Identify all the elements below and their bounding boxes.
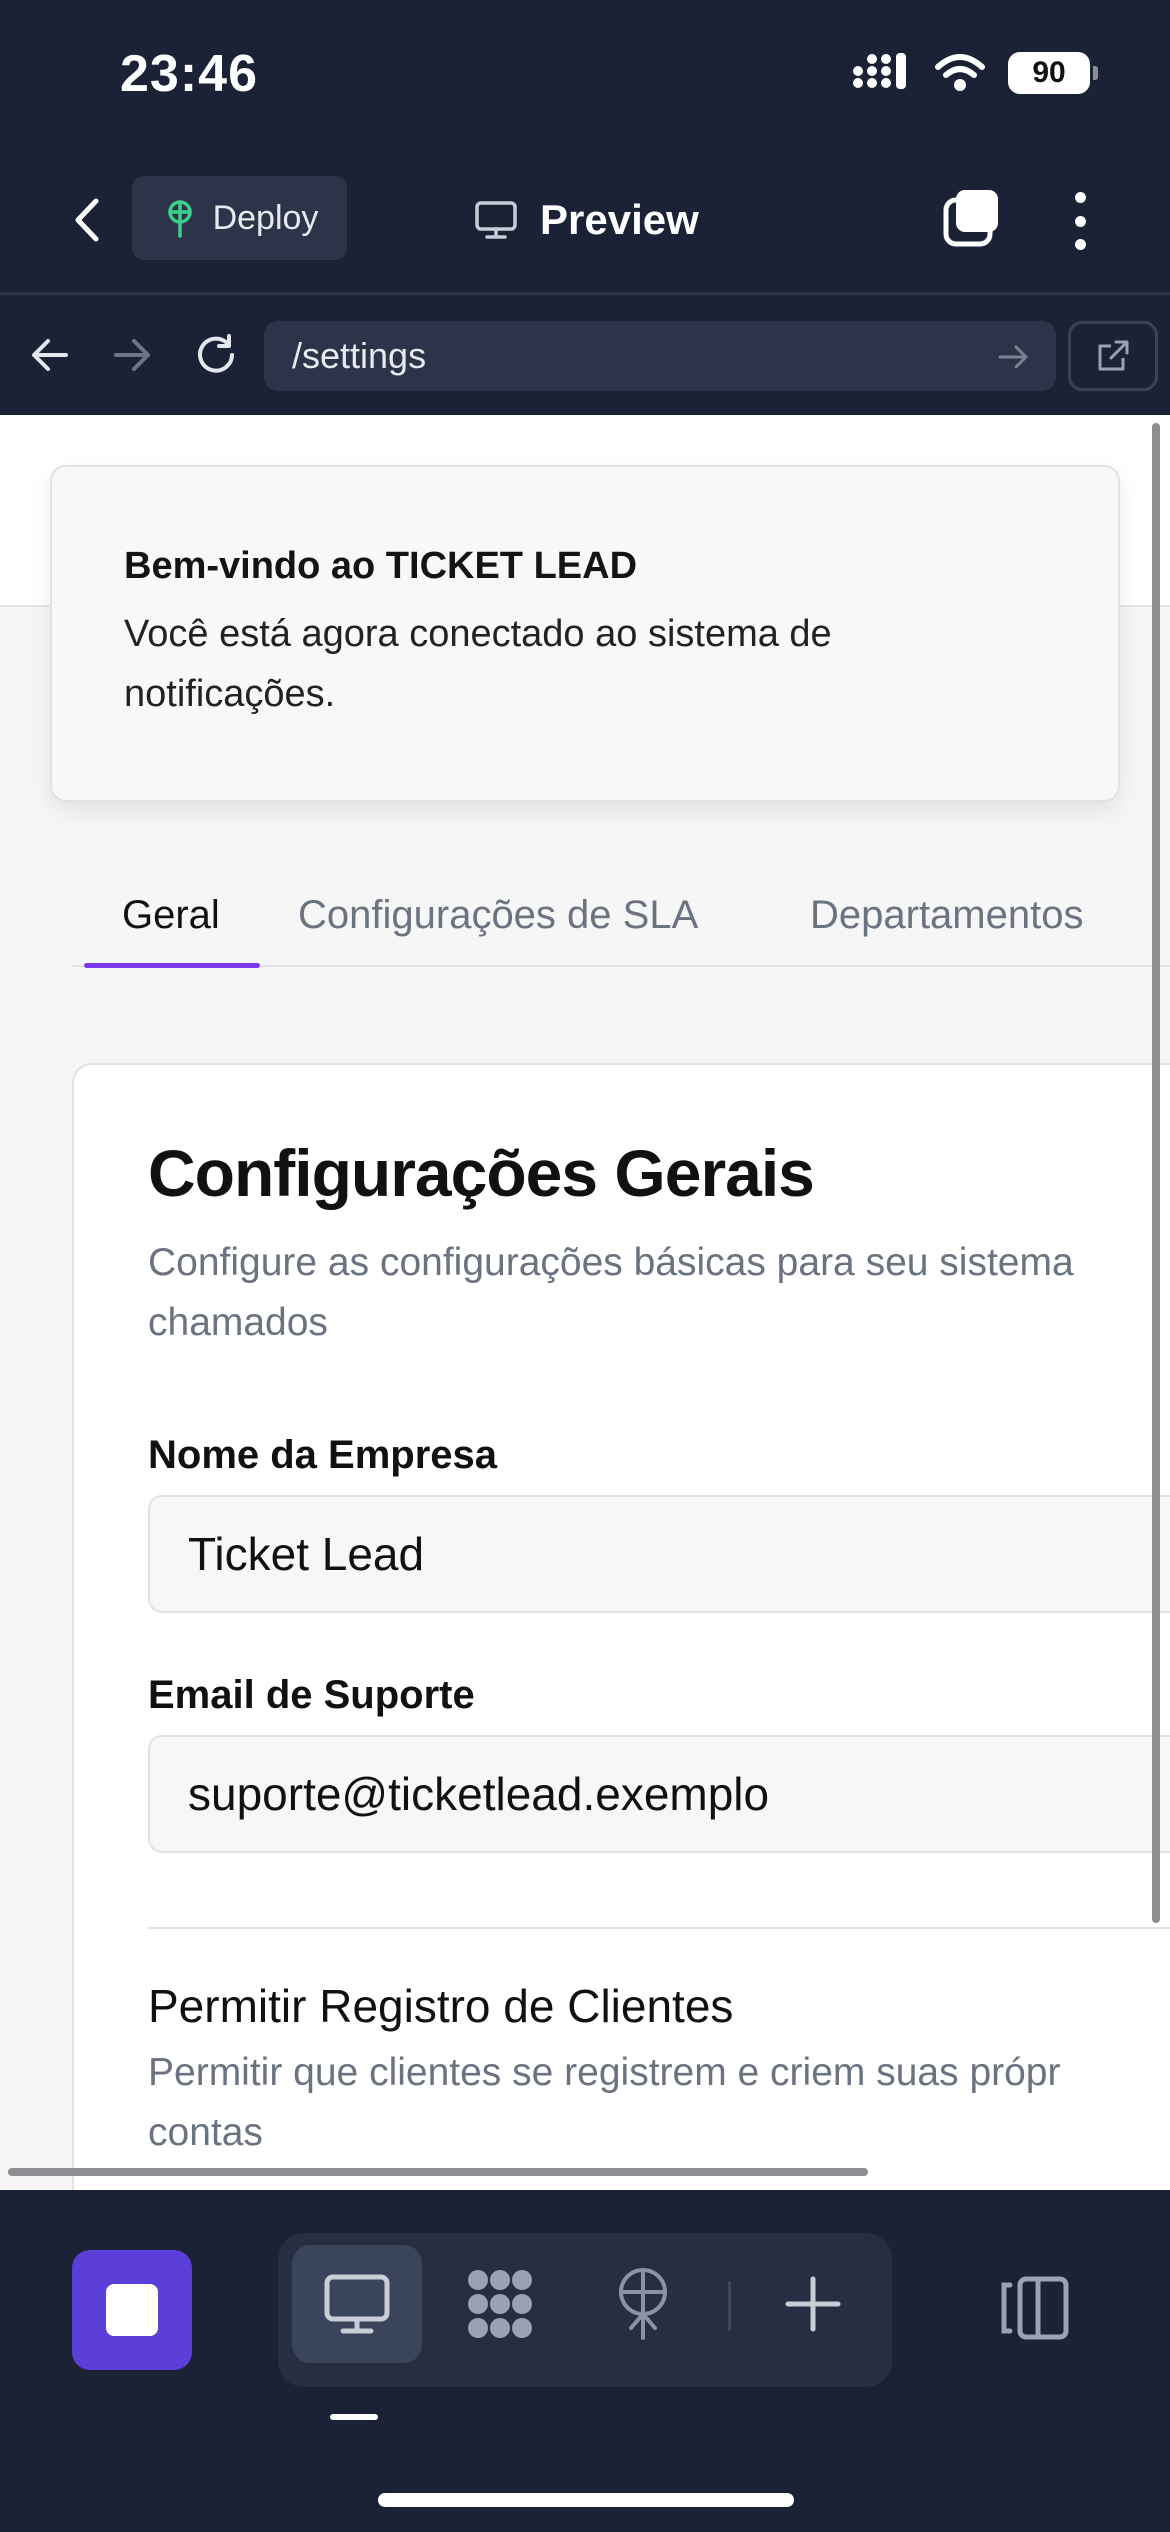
allow-registration-title: Permitir Registro de Clientes	[148, 1980, 734, 2032]
card-description: Configure as configurações básicas para …	[148, 1233, 1170, 1353]
toast-title: Bem-vindo ao TICKET LEAD	[124, 545, 638, 587]
reload-button[interactable]	[186, 325, 246, 385]
external-link-icon	[1098, 340, 1129, 371]
browser-address-row: /settings	[0, 295, 1170, 415]
preview-tab[interactable]: Preview	[474, 190, 699, 250]
go-arrow-icon[interactable]	[992, 335, 1036, 379]
wifi-icon	[935, 54, 985, 91]
open-external-button[interactable]	[1068, 321, 1158, 391]
card-description-line2: chamados	[148, 1301, 328, 1344]
status-time: 23:46	[120, 45, 258, 103]
vertical-scrollbar[interactable]	[1152, 423, 1160, 1923]
allow-registration-desc-line1: Permitir que clientes se registrem e cri…	[148, 2051, 1061, 2094]
toast-message: Você está agora conectado ao sistema de …	[124, 613, 832, 715]
deploy-icon	[167, 200, 192, 238]
more-options-button[interactable]	[1060, 186, 1100, 256]
back-button[interactable]	[62, 190, 112, 250]
status-bar: 23:46 90	[0, 0, 1170, 150]
settings-tabs: Geral Configurações de SLA Departamentos	[72, 875, 1170, 968]
allow-registration-description: Permitir que clientes se registrem e cri…	[148, 2043, 1170, 2163]
preview-mode-button[interactable]	[292, 2245, 422, 2363]
home-indicator	[378, 2493, 794, 2507]
arrow-left-icon	[32, 339, 68, 371]
add-button[interactable]	[748, 2245, 878, 2363]
allow-registration-desc-line2: contas	[148, 2111, 263, 2154]
monitor-icon	[324, 2274, 390, 2334]
reload-icon	[198, 334, 234, 373]
deploy-button[interactable]: Deploy	[132, 176, 347, 260]
url-text: /settings	[292, 335, 427, 376]
tab-sla-settings[interactable]: Configurações de SLA	[298, 875, 698, 965]
active-tab-indicator	[84, 963, 260, 968]
deploy-mode-button[interactable]	[578, 2245, 708, 2363]
mode-separator	[728, 2281, 731, 2331]
monitor-icon	[475, 201, 517, 239]
support-email-label: Email de Suporte	[148, 1673, 475, 1717]
status-icons: 90	[852, 52, 1098, 94]
battery-level: 90	[1032, 56, 1066, 89]
grid-icon	[468, 2270, 532, 2338]
web-preview: Bem-vindo ao TICKET LEAD Você está agora…	[0, 415, 1170, 2190]
tabs-icon	[943, 190, 998, 247]
tab-departments[interactable]: Departamentos	[810, 875, 1083, 965]
stop-icon	[106, 2284, 158, 2336]
grid-mode-button[interactable]	[435, 2245, 565, 2363]
tab-general[interactable]: Geral	[122, 875, 220, 965]
arrow-right-icon	[114, 339, 150, 371]
battery-icon: 90	[1008, 52, 1098, 94]
deploy-label: Deploy	[212, 198, 319, 237]
preview-label: Preview	[540, 196, 699, 243]
company-name-label: Nome da Empresa	[148, 1433, 498, 1477]
side-panel-button[interactable]	[995, 2268, 1075, 2348]
plus-icon	[785, 2276, 841, 2332]
card-title: Configurações Gerais	[148, 1136, 815, 1210]
company-name-field[interactable]: Ticket Lead	[148, 1495, 1170, 1613]
stop-button[interactable]	[72, 2250, 192, 2370]
browser-forward-button[interactable]	[102, 325, 162, 385]
browser-back-button[interactable]	[20, 325, 80, 385]
active-mode-indicator	[330, 2414, 378, 2420]
cellular-signal-icon	[853, 53, 906, 89]
section-divider	[148, 1927, 1170, 1929]
bottom-toolbar	[0, 2190, 1170, 2532]
back-chevron-icon	[75, 198, 99, 242]
mode-switcher	[278, 2233, 892, 2387]
antenna-icon	[619, 2268, 667, 2340]
welcome-toast[interactable]: Bem-vindo ao TICKET LEAD Você está agora…	[50, 465, 1120, 802]
company-name-value: Ticket Lead	[188, 1528, 425, 1580]
support-email-field[interactable]: suporte@ticketlead.exemplo	[148, 1735, 1170, 1853]
horizontal-scrollbar[interactable]	[8, 2168, 868, 2176]
app-top-bar: Deploy Preview	[0, 150, 1170, 295]
support-email-value: suporte@ticketlead.exemplo	[188, 1768, 770, 1820]
sidebar-panel-icon	[1001, 2276, 1069, 2340]
card-description-line1: Configure as configurações básicas para …	[148, 1241, 1074, 1284]
more-vertical-icon	[1074, 192, 1086, 203]
tabs-button[interactable]	[940, 186, 1004, 250]
general-settings-card: Configurações Gerais Configure as config…	[72, 1063, 1170, 2190]
url-input[interactable]: /settings	[264, 321, 1056, 391]
